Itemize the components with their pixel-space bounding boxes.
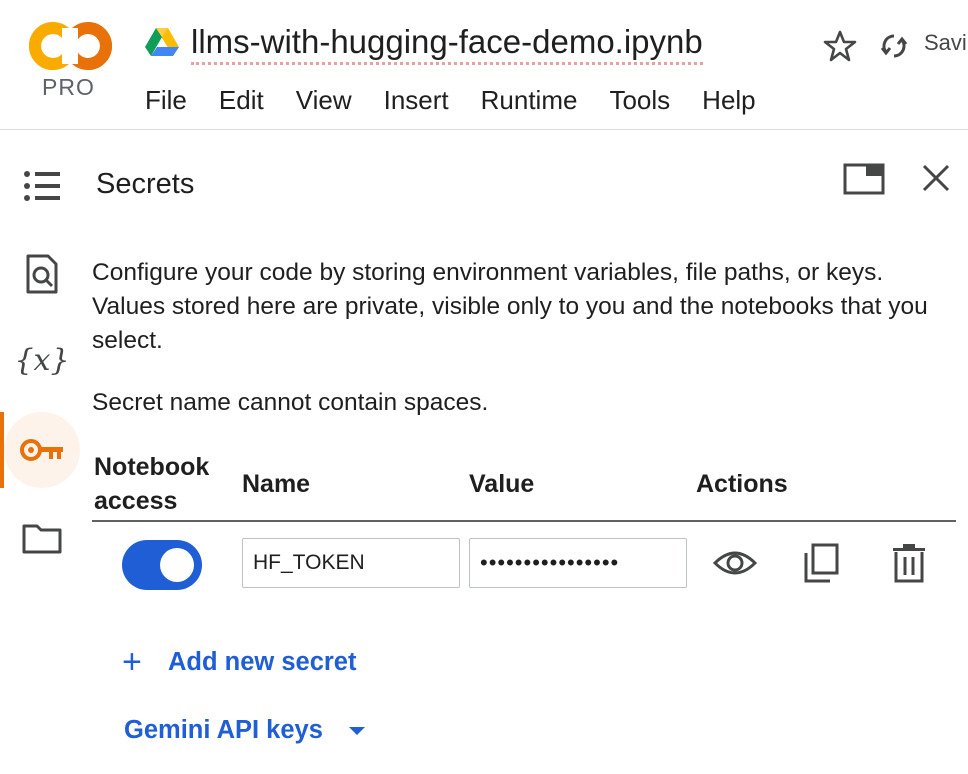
menu-help[interactable]: Help xyxy=(702,84,755,116)
column-header-value: Value xyxy=(469,470,535,498)
panel-title: Secrets xyxy=(96,168,195,200)
menu-insert[interactable]: Insert xyxy=(384,84,449,116)
column-header-name: Name xyxy=(242,470,311,498)
rail-find[interactable] xyxy=(4,236,80,312)
add-secret-label: Add new secret xyxy=(168,647,357,676)
rail-files[interactable] xyxy=(4,500,80,576)
pro-badge: PRO xyxy=(42,74,95,100)
rail-secrets[interactable] xyxy=(4,412,80,488)
find-icon xyxy=(26,254,58,294)
menu-bar: File Edit View Insert Runtime Tools Help xyxy=(145,84,788,116)
eye-icon[interactable] xyxy=(713,541,757,585)
table-of-contents-icon xyxy=(24,171,60,201)
menu-file[interactable]: File xyxy=(145,84,187,116)
close-icon[interactable] xyxy=(918,160,954,196)
column-header-access: Notebook access xyxy=(94,453,210,515)
secret-value-input[interactable] xyxy=(469,538,687,588)
drive-icon[interactable] xyxy=(145,27,179,57)
rail-table-of-contents[interactable] xyxy=(4,148,80,224)
plus-icon: + xyxy=(122,643,142,681)
sync-icon[interactable] xyxy=(878,30,910,62)
add-secret-button[interactable]: + Add new secret xyxy=(122,644,356,680)
delete-icon[interactable] xyxy=(887,541,931,585)
naming-note: Secret name cannot contain spaces. xyxy=(92,389,489,416)
notebook-title[interactable]: llms-with-hugging-face-demo.ipynb xyxy=(191,22,703,65)
variables-icon: {x} xyxy=(14,342,70,378)
star-icon[interactable] xyxy=(822,28,858,64)
open-in-tab-icon[interactable] xyxy=(842,160,886,198)
menu-runtime[interactable]: Runtime xyxy=(481,84,578,116)
key-icon xyxy=(20,439,63,461)
folder-icon xyxy=(22,524,62,554)
menu-tools[interactable]: Tools xyxy=(609,84,670,116)
notebook-access-toggle[interactable] xyxy=(122,540,202,590)
caret-down-icon xyxy=(348,726,365,735)
rail-variables[interactable]: {x} xyxy=(4,322,80,398)
table-divider xyxy=(92,520,956,522)
gemini-api-keys-dropdown[interactable]: Gemini API keys xyxy=(124,716,365,745)
panel-description: Configure your code by storing environme… xyxy=(92,259,928,354)
notebook-header: PRO llms-with-hugging-face-demo.ipynb Sa… xyxy=(0,0,968,130)
menu-view[interactable]: View xyxy=(296,84,352,116)
copy-icon[interactable] xyxy=(800,541,844,585)
column-header-actions: Actions xyxy=(696,470,788,498)
menu-edit[interactable]: Edit xyxy=(219,84,264,116)
gemini-api-keys-label: Gemini API keys xyxy=(124,716,323,744)
toggle-knob xyxy=(160,548,194,582)
save-status: Savi xyxy=(924,30,967,55)
secret-name-input[interactable] xyxy=(242,538,460,588)
